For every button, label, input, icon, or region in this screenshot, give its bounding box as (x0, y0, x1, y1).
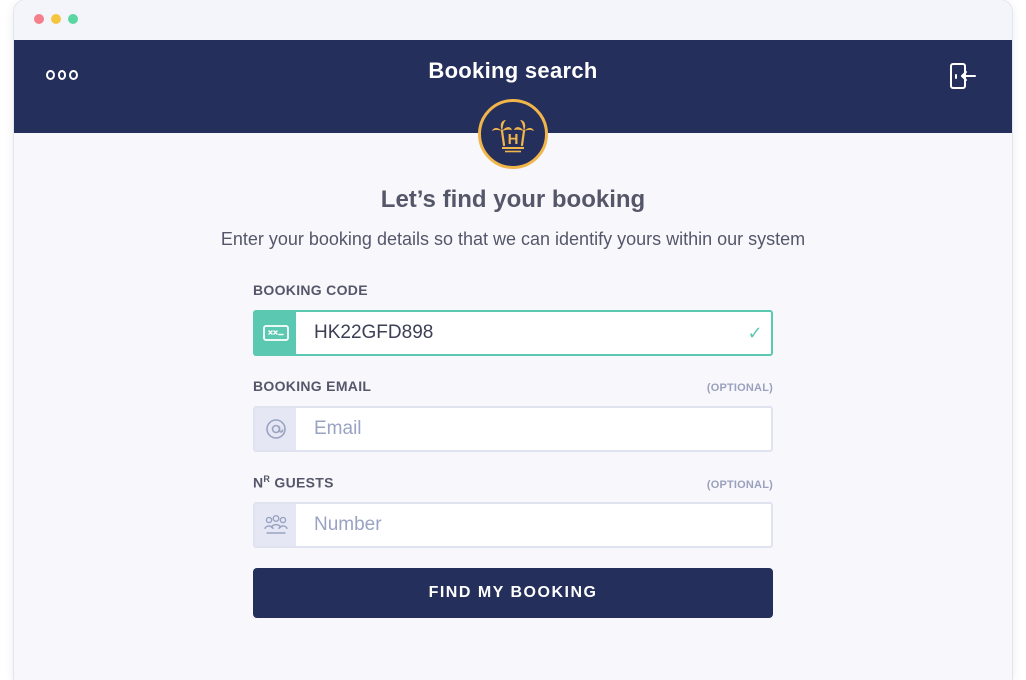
ticket-icon (255, 312, 296, 354)
guests-label: NR GUESTS (OPTIONAL) (253, 474, 773, 494)
booking-email-optional: (OPTIONAL) (706, 382, 773, 394)
booking-email-field (253, 406, 773, 452)
window-titlebar (14, 0, 1012, 40)
booking-code-input[interactable] (296, 312, 739, 354)
window-close-dot[interactable] (34, 14, 44, 24)
booking-code-label-text: BOOKING CODE (253, 282, 368, 298)
window-minimize-dot[interactable] (51, 14, 61, 24)
guests-label-text: NR GUESTS (253, 474, 334, 491)
booking-email-label-text: BOOKING EMAIL (253, 378, 372, 394)
intro-subheading: Enter your booking details so that we ca… (220, 229, 806, 249)
booking-email-input[interactable] (296, 408, 771, 450)
checkmark-icon: ✓ (747, 322, 763, 343)
booking-email-label: BOOKING EMAIL (OPTIONAL) (253, 378, 773, 398)
exit-door-icon[interactable] (948, 61, 978, 91)
booking-code-label: BOOKING CODE (253, 282, 773, 302)
page-title: Booking search (428, 58, 598, 83)
people-group-icon (255, 504, 296, 546)
booking-search-form: BOOKING CODE ✓ BOOKING EMAIL (OPTIONAL) (253, 282, 773, 618)
guests-group: NR GUESTS (OPTIONAL) (253, 474, 773, 548)
logo-letter: H (508, 131, 519, 148)
find-my-booking-button[interactable]: FIND MY BOOKING (253, 568, 773, 618)
guests-input[interactable] (296, 504, 771, 546)
booking-code-field: ✓ (253, 310, 773, 356)
window-maximize-dot[interactable] (68, 14, 78, 24)
at-sign-icon (255, 408, 296, 450)
guests-optional: (OPTIONAL) (706, 478, 773, 491)
intro-heading: Let’s find your booking (380, 186, 646, 213)
app-window: Booking search H Let’s find your booking (14, 0, 1012, 680)
booking-code-group: BOOKING CODE ✓ (253, 282, 773, 356)
booking-email-group: BOOKING EMAIL (OPTIONAL) (253, 378, 773, 452)
guests-field (253, 502, 773, 548)
palm-trees-logo-icon: H (478, 99, 548, 169)
